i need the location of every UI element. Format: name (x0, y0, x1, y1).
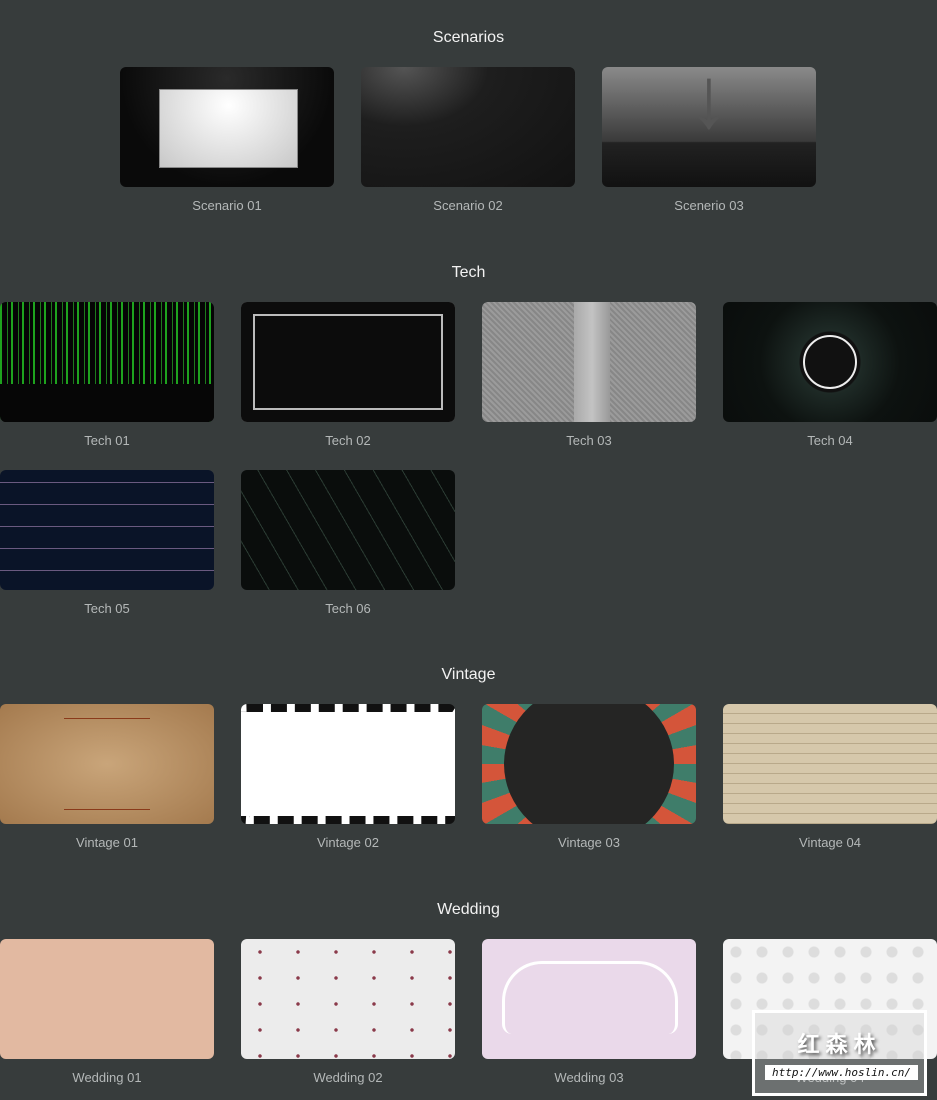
template-thumbnail[interactable] (723, 302, 937, 422)
template-thumbnail[interactable] (0, 470, 214, 590)
template-label: Tech 01 (84, 433, 130, 448)
watermark-text: 红森林 (797, 1032, 882, 1057)
template-label: Vintage 02 (317, 835, 379, 850)
template-label: Wedding 01 (72, 1070, 142, 1085)
template-tile[interactable]: Vintage 01 (0, 704, 214, 850)
template-tile[interactable]: Tech 02 (241, 302, 455, 448)
template-label: Wedding 02 (313, 1070, 383, 1085)
template-label: Vintage 01 (76, 835, 138, 850)
template-thumbnail[interactable] (361, 67, 575, 187)
template-label: Tech 06 (325, 601, 371, 616)
template-thumbnail[interactable] (0, 302, 214, 422)
template-label: Scenerio 03 (674, 198, 744, 213)
template-label: Tech 04 (807, 433, 853, 448)
template-thumbnail[interactable] (0, 704, 214, 824)
template-tile[interactable]: Wedding 02 (241, 939, 455, 1085)
template-tile[interactable]: Tech 01 (0, 302, 214, 448)
template-thumbnail[interactable] (241, 939, 455, 1059)
template-thumbnail[interactable] (120, 67, 334, 187)
template-thumbnail[interactable] (241, 470, 455, 590)
section-title-wedding: Wedding (437, 901, 500, 918)
template-thumbnail[interactable] (482, 704, 696, 824)
template-tile[interactable]: Tech 05 (0, 470, 214, 616)
template-thumbnail[interactable] (241, 302, 455, 422)
template-thumbnail[interactable] (723, 704, 937, 824)
section-title-scenarios: Scenarios (432, 29, 505, 46)
template-thumbnail[interactable] (602, 67, 816, 187)
template-label: Tech 03 (566, 433, 612, 448)
template-thumbnail[interactable] (482, 939, 696, 1059)
template-tile[interactable]: Scenerio 03 (602, 67, 816, 213)
template-tile[interactable]: Tech 03 (482, 302, 696, 448)
template-thumbnail[interactable] (0, 939, 214, 1059)
section-title-vintage: Vintage (441, 666, 496, 683)
template-label: Vintage 03 (558, 835, 620, 850)
template-tile[interactable]: Scenario 02 (361, 67, 575, 213)
template-tile[interactable]: Wedding 01 (0, 939, 214, 1085)
template-label: Tech 05 (84, 601, 130, 616)
template-tile[interactable]: Vintage 02 (241, 704, 455, 850)
section-title-tech: Tech (451, 264, 486, 281)
template-label: Vintage 04 (799, 835, 861, 850)
template-tile[interactable]: Vintage 03 (482, 704, 696, 850)
watermark-url: http://www.hoslin.cn/ (765, 1065, 918, 1080)
template-label: Scenario 01 (192, 198, 262, 213)
template-tile[interactable]: Tech 04 (723, 302, 937, 448)
template-label: Scenario 02 (433, 198, 503, 213)
template-label: Wedding 03 (554, 1070, 624, 1085)
template-tile[interactable]: Tech 06 (241, 470, 455, 616)
template-thumbnail[interactable] (241, 704, 455, 824)
template-label: Tech 02 (325, 433, 371, 448)
template-tile[interactable]: Wedding 03 (482, 939, 696, 1085)
watermark: 红森林 http://www.hoslin.cn/ (752, 1010, 927, 1096)
template-tile[interactable]: Scenario 01 (120, 67, 334, 213)
template-tile[interactable]: Vintage 04 (723, 704, 937, 850)
template-thumbnail[interactable] (482, 302, 696, 422)
